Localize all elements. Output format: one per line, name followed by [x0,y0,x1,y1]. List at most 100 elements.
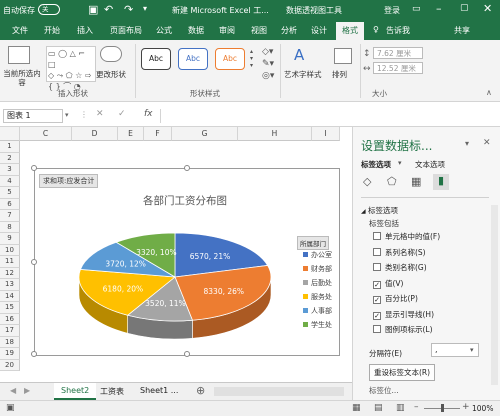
zoom-out-icon[interactable]: – [414,402,419,412]
checkbox[interactable]: ✓ [373,311,381,320]
fill-outline-effects-icons[interactable]: ◇▾ ✎▾ ◎▾ [262,46,274,82]
pane-menu-icon[interactable]: ▾ [465,139,469,148]
pivot-chart[interactable]: 求和项:应发合计 各部门工资分布图 6570, 21% 8330, 26% 3520… [31,165,341,357]
column-header[interactable]: I [312,127,340,141]
effects-icon[interactable]: ⬠ [387,175,397,188]
record-macro-icon[interactable]: ▣ [6,403,15,413]
size-properties-icon[interactable]: ▦ [411,175,421,188]
horizontal-scrollbar[interactable] [214,387,344,396]
close-icon[interactable]: ✕ [483,2,492,15]
checkbox[interactable] [373,247,381,256]
shape-style-1[interactable]: Abc [141,48,171,70]
share-button[interactable]: 共享 [454,25,470,36]
page-layout-view-icon[interactable]: ▤ [374,403,383,413]
label-option-2[interactable]: 类别名称(G) [373,262,427,273]
save-icon[interactable]: ▣ [88,3,98,16]
resize-handle[interactable] [31,165,37,171]
tab-review[interactable]: 审阅 [219,25,235,36]
shape-style-3[interactable]: Abc [215,48,245,70]
data-label[interactable]: 3720, 12% [105,259,146,268]
resize-handle[interactable] [184,165,190,171]
label-option-0[interactable]: 单元格中的值(F) [373,231,440,242]
insert-function-icon[interactable]: fx [144,109,153,119]
data-label[interactable]: 3520, 11% [145,299,186,308]
checkbox[interactable] [373,325,381,333]
tab-text-options[interactable]: 文本选项 [415,159,445,170]
data-label[interactable]: 8330, 26% [204,287,245,296]
name-box-dropdown-icon[interactable]: ▾ [65,111,69,119]
wordart-styles-button[interactable]: 艺术字样式 [284,69,322,80]
tab-formulas[interactable]: 公式 [156,25,172,36]
data-label[interactable]: 6180, 20% [103,284,144,293]
row-header[interactable]: 18 [0,336,20,348]
tab-data[interactable]: 数据 [188,25,204,36]
section-label-options[interactable]: ◢ 标签选项 [361,205,398,216]
row-header[interactable]: 9 [0,233,20,245]
column-header[interactable]: C [20,127,72,141]
name-box[interactable]: 图表 1 [3,109,63,123]
label-option-4[interactable]: ✓ 百分比(P) [373,293,418,304]
tab-design[interactable]: 设计 [311,25,327,36]
autosave-toggle[interactable]: 关 [38,4,60,15]
current-selection-button[interactable]: 当前所选内容 [2,69,42,87]
tab-label-options[interactable]: 标签选项 [361,159,391,170]
sheet-tab-sheet2[interactable]: Sheet2 [54,383,97,400]
row-header[interactable]: 20 [0,359,20,371]
restore-icon[interactable]: ▢ [460,3,469,13]
chart-legend[interactable]: 办公室 财务部 后勤处 服务处 人事部 学生处 [297,248,341,338]
checkbox[interactable] [373,263,381,271]
fill-line-icon[interactable]: ◇ [363,175,371,188]
collapse-ribbon-icon[interactable]: ∧ [486,88,492,97]
normal-view-icon[interactable]: ▦ [352,403,361,413]
row-header[interactable]: 2 [0,152,20,164]
minimize-icon[interactable]: – [436,2,442,15]
next-sheet-icon[interactable]: ▶ [24,386,30,395]
cancel-icon[interactable]: ✕ [96,109,104,119]
resize-handle[interactable] [184,351,190,357]
row-header[interactable]: 13 [0,279,20,291]
row-header[interactable]: 17 [0,325,20,337]
row-header[interactable]: 4 [0,175,20,187]
page-break-view-icon[interactable]: ▥ [396,403,405,413]
select-all-corner[interactable] [0,127,20,141]
tab-page-layout[interactable]: 页面布局 [110,25,142,36]
column-header[interactable]: E [118,127,144,141]
tab-file[interactable]: 文件 [12,25,28,36]
label-option-3[interactable]: ✓ 值(V) [373,278,403,289]
zoom-slider-thumb[interactable] [441,404,444,412]
arrange-button[interactable]: 排列 [332,69,347,80]
row-header[interactable]: 1 [0,141,20,153]
prev-sheet-icon[interactable]: ◀ [10,386,16,395]
label-option-6[interactable]: 图例项标示(L) [373,324,433,335]
column-header[interactable]: H [238,127,312,141]
resize-handle[interactable] [31,351,37,357]
tab-insert[interactable]: 插入 [77,25,93,36]
tab-view[interactable]: 视图 [251,25,267,36]
width-input[interactable]: 12.52 厘米 [373,62,423,74]
label-options-icon[interactable]: ▮ [433,174,449,190]
shape-style-2[interactable]: Abc [178,48,208,70]
enter-icon[interactable]: ✓ [118,109,126,119]
row-header[interactable]: 7 [0,210,20,222]
tab-analyze[interactable]: 分析 [281,25,297,36]
sheet-tab-salary[interactable]: 工资表 [100,386,124,397]
data-label[interactable]: 6570, 21% [190,252,231,261]
separator-dropdown-icon[interactable]: ▾ [470,346,474,354]
row-header[interactable]: 6 [0,198,20,210]
pane-scrollbar[interactable] [491,205,498,385]
row-header[interactable]: 3 [0,164,20,176]
tell-me-input[interactable]: 告诉我 [386,25,410,36]
customize-icon[interactable]: ▾ [143,4,147,13]
zoom-in-icon[interactable]: + [462,402,470,412]
height-input[interactable]: 7.62 厘米 [373,47,423,59]
row-header[interactable]: 19 [0,348,20,360]
row-header[interactable]: 15 [0,302,20,314]
checkbox[interactable] [373,232,381,240]
label-option-1[interactable]: 系列名称(S) [373,247,426,258]
row-header[interactable]: 5 [0,187,20,199]
row-header[interactable]: 8 [0,221,20,233]
label-option-5[interactable]: ✓ 显示引导线(H) [373,309,434,320]
ribbon-display-icon[interactable]: ▭ [412,4,421,14]
sheet-tab-sheet1[interactable]: Sheet1 ... [140,386,178,395]
checkbox[interactable]: ✓ [373,296,381,304]
